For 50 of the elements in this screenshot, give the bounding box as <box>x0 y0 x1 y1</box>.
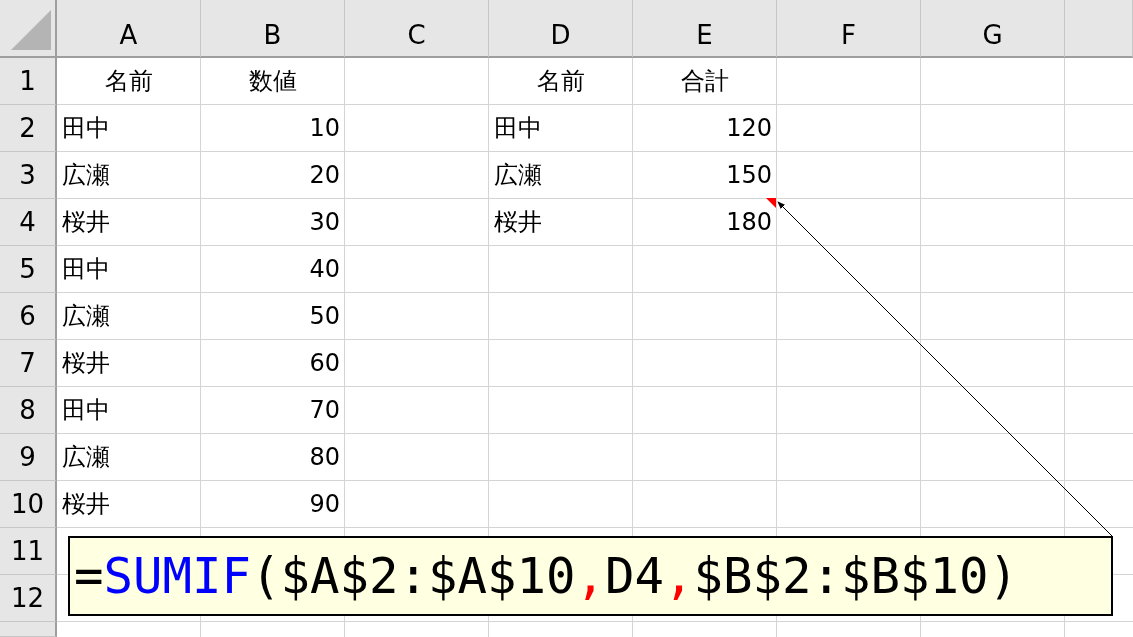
table-cell: 60 <box>309 349 340 377</box>
row-header[interactable]: 7 <box>0 340 57 387</box>
row-header[interactable]: 9 <box>0 434 57 481</box>
column-header[interactable]: D <box>489 0 633 58</box>
row-header[interactable]: 3 <box>0 152 57 199</box>
table-cell: 180 <box>726 208 772 236</box>
row-header[interactable] <box>0 622 57 637</box>
table-cell: 10 <box>309 114 340 142</box>
column-header[interactable]: F <box>777 0 921 58</box>
table-cell-text: 広瀬 <box>62 160 110 191</box>
row-header[interactable]: 10 <box>0 481 57 528</box>
row-header[interactable]: 12 <box>0 575 57 622</box>
table-cell-text: 田中 <box>62 254 110 285</box>
table-cell-text: 田中 <box>494 113 542 144</box>
table-cell-text: 名前 <box>104 66 153 97</box>
table-cell-text: 桜井 <box>494 207 542 238</box>
table-cell-text: 広瀬 <box>494 160 542 191</box>
table-cell: 50 <box>309 302 340 330</box>
row-header[interactable]: 2 <box>0 105 57 152</box>
column-header[interactable]: A <box>57 0 201 58</box>
table-cell-text: 名前 <box>536 66 585 97</box>
table-cell-text: 桜井 <box>62 207 110 238</box>
column-header[interactable]: B <box>201 0 345 58</box>
column-header[interactable]: G <box>921 0 1065 58</box>
row-header[interactable]: 1 <box>0 58 57 105</box>
column-header[interactable] <box>1065 0 1133 58</box>
column-header[interactable]: E <box>633 0 777 58</box>
table-cell-text: 合計 <box>680 66 729 97</box>
table-cell-text: 田中 <box>62 113 110 144</box>
table-cell: 40 <box>309 255 340 283</box>
table-cell-text: 田中 <box>62 395 110 426</box>
table-cell-text: 広瀬 <box>62 301 110 332</box>
table-cell: 120 <box>726 114 772 142</box>
table-cell: 70 <box>309 396 340 424</box>
row-header[interactable]: 5 <box>0 246 57 293</box>
table-cell-text: 数値 <box>248 66 297 97</box>
row-header[interactable]: 11 <box>0 528 57 575</box>
row-header[interactable]: 8 <box>0 387 57 434</box>
row-header[interactable]: 4 <box>0 199 57 246</box>
row-header[interactable]: 6 <box>0 293 57 340</box>
formula-text: =SUMIF($A$2:$A$10,D4,$B$2:$B$10) <box>74 551 1019 601</box>
table-cell-text: 桜井 <box>62 489 110 520</box>
table-cell-text: 桜井 <box>62 348 110 379</box>
table-cell: 150 <box>726 161 772 189</box>
table-cell: 20 <box>309 161 340 189</box>
table-cell-text: 広瀬 <box>62 442 110 473</box>
table-cell: 90 <box>309 490 340 518</box>
table-cell: 80 <box>309 443 340 471</box>
table-cell: 30 <box>309 208 340 236</box>
column-header[interactable]: C <box>345 0 489 58</box>
